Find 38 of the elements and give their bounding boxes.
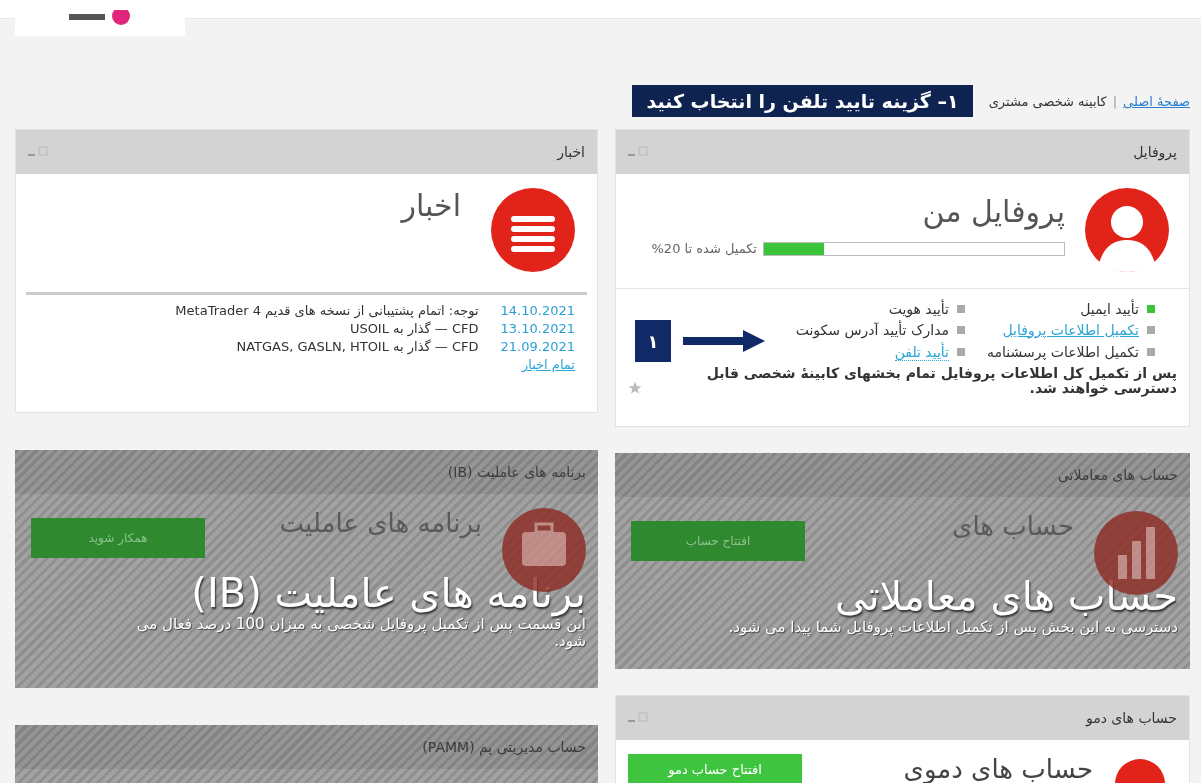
breadcrumb-separator: |	[1112, 93, 1118, 109]
checklist-item: مدارک تأیید آدرس سکونت	[795, 321, 949, 338]
checklist-item: تکمیل اطلاعات پرسشنامه	[987, 344, 1139, 360]
panel-title: پروفایل	[1133, 144, 1177, 160]
star-icon[interactable]	[628, 381, 642, 396]
panel-heading: اخبار	[401, 188, 461, 225]
locked-title: حساب های معاملاتی	[834, 573, 1179, 619]
instruction-callout: ۱– گزینه تایید تلفن را انتخاب کنید	[632, 85, 973, 117]
checklist-item: تأیید ایمیل	[1080, 301, 1139, 317]
locked-description: این قسمت پس از تکمیل پروفایل شخصی به میزان 100 درصد فعال می شود.	[135, 616, 587, 649]
panel-title: برنامه های عاملیت (IB)	[447, 464, 586, 480]
breadcrumb-current: کابینه شخصی مشتری	[988, 93, 1107, 109]
panel-title: حساب های دمو	[1085, 710, 1177, 726]
panel-title: حساب های معاملاتی	[1057, 467, 1178, 483]
faded-heading: برنامه های عاملیت	[278, 508, 482, 538]
info-note: پس از تکمیل کل اطلاعات پروفایل تمام بخشهای کابینهٔ شخصی قابل دسترسی خواهند شد.	[705, 366, 1177, 396]
locked-title: برنامه های عاملیت (IB)	[190, 570, 587, 616]
news-text: CFD — گذار به NATGAS, GASLN, HTOIL	[236, 339, 479, 354]
step-marker: ۱	[635, 320, 671, 362]
faded-heading: حساب های	[951, 511, 1074, 541]
locked-description: دسترسی به این بخش پس از تکمیل اطلاعات پروفایل شما پیدا می شود.	[727, 619, 1179, 636]
home-link[interactable]: صفحهٔ اصلی	[1123, 93, 1190, 109]
panel-title: اخبار	[557, 144, 585, 160]
open-demo-account-button[interactable]: افتتاح حساب دمو	[628, 754, 802, 783]
news-date[interactable]: 21.09.2021	[500, 339, 575, 354]
news-text: توجه: اتمام پشتیبانی از نسخه های قدیم MetaTrader 4	[175, 303, 479, 318]
checklist-link[interactable]: تأیید تلفن	[894, 343, 949, 361]
user-avatar-icon	[1085, 188, 1169, 272]
panel-title: حساب مدیریتی پم (PAMM)	[422, 739, 586, 755]
news-date[interactable]: 13.10.2021	[500, 321, 575, 336]
checklist-link[interactable]: تکمیل اطلاعات پروفایل	[1002, 321, 1139, 338]
progress-label: تکمیل شده تا 20%	[651, 241, 757, 256]
all-news-link[interactable]: تمام اخبار	[521, 357, 575, 372]
news-text: CFD — گذار به USOIL	[349, 321, 479, 336]
checklist-item: تأیید هویت	[888, 301, 949, 317]
list-icon	[491, 188, 575, 272]
panel-heading: پروفایل من	[921, 194, 1065, 229]
news-date[interactable]: 14.10.2021	[500, 303, 575, 318]
